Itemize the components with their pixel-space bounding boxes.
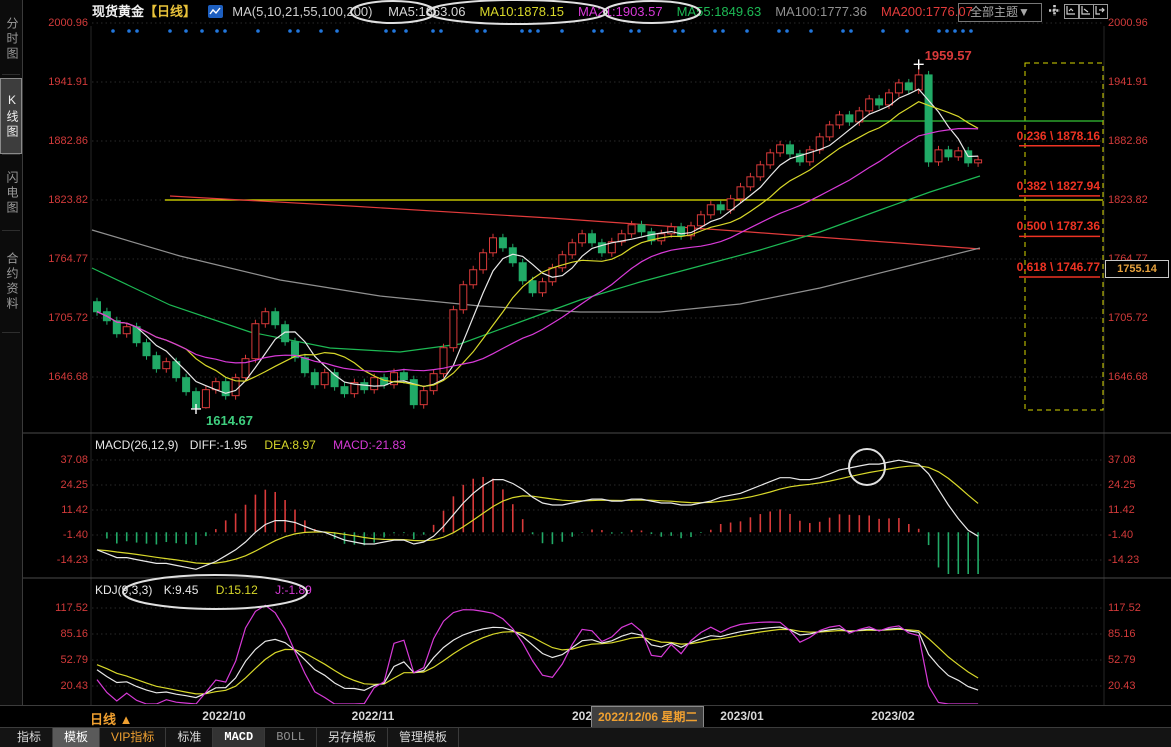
period-selector-button[interactable]: 日线 ▲: [90, 709, 132, 728]
axis-label: 85.16: [32, 628, 88, 640]
axis-label: 117.52: [32, 602, 88, 614]
theme-dropdown-button[interactable]: 全部主题▼: [958, 3, 1042, 22]
axis-label: 117.52: [1108, 602, 1141, 614]
axis-label: 2000.96: [32, 17, 88, 29]
pane-layout-icon-1[interactable]: [1064, 4, 1079, 19]
pane-export-icon[interactable]: [1093, 4, 1108, 19]
chart-canvas[interactable]: [0, 0, 1171, 747]
kdj-k-value: K:9.45: [164, 583, 199, 597]
sidebar-item-K线图[interactable]: K线图: [0, 78, 22, 154]
date-tick-2023/02: 2023/02: [871, 709, 914, 723]
axis-label: 24.25: [32, 479, 88, 491]
axis-label: 11.42: [1108, 504, 1135, 516]
kdj-title: KDJ(9,3,3): [95, 583, 152, 597]
sidebar-separator: [2, 154, 20, 155]
chart-header: 现货黄金【日线】 MA(5,10,21,55,100,200) MA5:1863…: [0, 0, 1171, 26]
tab-管理模板[interactable]: 管理模板: [388, 728, 459, 747]
fib-label-0.382: 0.382 \ 1827.94: [940, 179, 1100, 193]
kdj-panel-header: KDJ(9,3,3) K:9.45 D:15.12 J:-1.89: [95, 583, 312, 597]
ma-legend-item: MA10:1878.15: [479, 4, 564, 19]
date-tick-202: 202: [572, 709, 592, 723]
axis-label: 1823.82: [32, 194, 88, 206]
axis-label: 24.25: [1108, 479, 1136, 491]
fib-label-0.500: 0.500 \ 1787.36: [940, 219, 1100, 233]
ma-params-label: MA(5,10,21,55,100,200): [232, 4, 372, 19]
kdj-j-value: J:-1.89: [275, 583, 312, 597]
axis-label: 37.08: [1108, 454, 1136, 466]
kdj-d-value: D:15.12: [216, 583, 258, 597]
macd-diff-value: DIFF:-1.95: [190, 438, 247, 452]
ma-legend-item: MA5:1863.06: [388, 4, 465, 19]
axis-label: -14.23: [32, 554, 88, 566]
axis-label: -14.23: [1108, 554, 1139, 566]
left-sidebar: 分时图 K线图闪电图合约资料: [0, 0, 23, 727]
ma-legend: MA5:1863.06 MA10:1878.15 MA21:1903.57 MA55:…: [388, 4, 987, 19]
kline-chart-icon: [208, 5, 223, 18]
ma-legend-item: MA100:1777.36: [775, 4, 867, 19]
sidebar-item-分时图[interactable]: 分时图: [1, 6, 21, 72]
date-tick-2022/10: 2022/10: [202, 709, 245, 723]
axis-label: -1.40: [1108, 529, 1133, 541]
ma-legend-item: MA55:1849.63: [677, 4, 762, 19]
axis-label: -1.40: [32, 529, 88, 541]
axis-label: 1941.91: [1108, 76, 1148, 88]
low-price-label: 1614.67: [206, 413, 253, 428]
tab-VIP指标[interactable]: VIP指标: [100, 728, 166, 747]
tab-MACD[interactable]: MACD: [213, 728, 265, 747]
axis-label: 1882.86: [32, 135, 88, 147]
axis-label: 52.79: [1108, 654, 1136, 666]
axis-label: 52.79: [32, 654, 88, 666]
ma-legend-item: MA21:1903.57: [578, 4, 663, 19]
fib-label-0.618: 0.618 \ 1746.77: [940, 260, 1100, 274]
sidebar-item-合约资料[interactable]: 合约资料: [1, 234, 21, 330]
axis-label: 20.43: [32, 680, 88, 692]
trading-app-window: 现货黄金【日线】 MA(5,10,21,55,100,200) MA5:1863…: [0, 0, 1171, 747]
pane-layout-icon-2[interactable]: [1079, 4, 1094, 19]
high-price-label: 1959.57: [925, 48, 972, 63]
axis-label: 2000.96: [1108, 17, 1148, 29]
axis-label: 1705.72: [32, 312, 88, 324]
crosshair-icon[interactable]: [1048, 4, 1061, 17]
axis-label: 1646.68: [1108, 371, 1148, 383]
axis-label: 1882.86: [1108, 135, 1148, 147]
tab-另存模板[interactable]: 另存模板: [317, 728, 388, 747]
axis-label: 85.16: [1108, 628, 1136, 640]
sidebar-item-闪电图[interactable]: 闪电图: [1, 158, 21, 228]
date-axis: 日线 ▲ 2022/10 2022/11 202 2023/01 2023/02 202…: [0, 705, 1171, 728]
axis-label: 1823.82: [1108, 194, 1148, 206]
axis-label: 1764.77: [32, 253, 88, 265]
macd-macd-value: MACD:-21.83: [333, 438, 406, 452]
symbol-title: 现货黄金: [92, 4, 144, 19]
period-title: 【日线】: [144, 4, 196, 19]
sidebar-separator: [2, 332, 20, 333]
macd-panel-header: MACD(26,12,9) DIFF:-1.95 DEA:8.97 MACD:-…: [95, 438, 406, 452]
macd-dea-value: DEA:8.97: [264, 438, 315, 452]
crosshair-price-box: 1755.14: [1105, 260, 1169, 278]
axis-label: 1646.68: [32, 371, 88, 383]
axis-label: 37.08: [32, 454, 88, 466]
tab-BOLL[interactable]: BOLL: [265, 728, 317, 747]
date-tick-2023/01: 2023/01: [720, 709, 763, 723]
fib-label-0.236: 0.236 \ 1878.16: [940, 129, 1100, 143]
axis-label: 11.42: [32, 504, 88, 516]
date-tick-2022/11: 2022/11: [352, 709, 395, 723]
tab-指标[interactable]: 指标: [6, 728, 53, 747]
macd-title: MACD(26,12,9): [95, 438, 178, 452]
crosshair-date-tooltip: 2022/12/06 星期二: [591, 706, 704, 728]
axis-label: 1705.72: [1108, 312, 1148, 324]
sidebar-separator: [2, 230, 20, 231]
tab-模板[interactable]: 模板: [53, 728, 100, 747]
axis-label: 20.43: [1108, 680, 1136, 692]
axis-label: 1941.91: [32, 76, 88, 88]
indicator-tab-bar: 指标模板VIP指标标准MACDBOLL另存模板管理模板: [0, 727, 1171, 747]
sidebar-separator: [2, 74, 20, 75]
tab-标准[interactable]: 标准: [166, 728, 213, 747]
